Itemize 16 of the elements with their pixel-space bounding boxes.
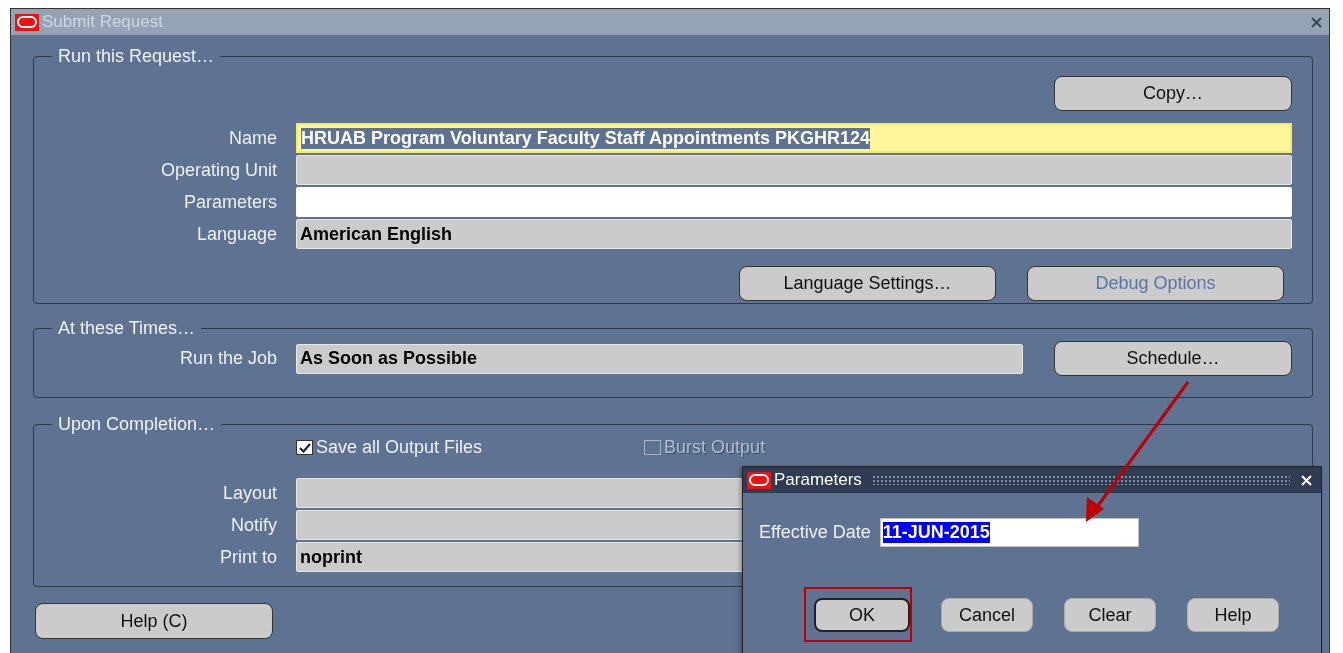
group-legend: Upon Completion…	[52, 414, 222, 435]
field-label: Language	[195, 223, 277, 245]
group-legend: Run this Request…	[52, 46, 221, 67]
checkbox-label: Save all Output Files	[316, 437, 483, 458]
dialog-title: Parameters	[774, 470, 862, 490]
field-label: Run the Job	[178, 348, 277, 369]
field-label: Layout	[221, 482, 277, 504]
field-label: Name	[228, 127, 277, 149]
field-label: Operating Unit	[159, 159, 277, 181]
group-legend: At these Times…	[52, 318, 202, 339]
checkbox-label: Burst Output	[664, 437, 766, 458]
field-label: Effective Date	[759, 522, 871, 543]
window-title: Submit Request	[42, 12, 164, 32]
field-label: Notify	[230, 514, 277, 536]
field-label: Print to	[218, 546, 277, 568]
field-label: Parameters	[182, 191, 277, 213]
